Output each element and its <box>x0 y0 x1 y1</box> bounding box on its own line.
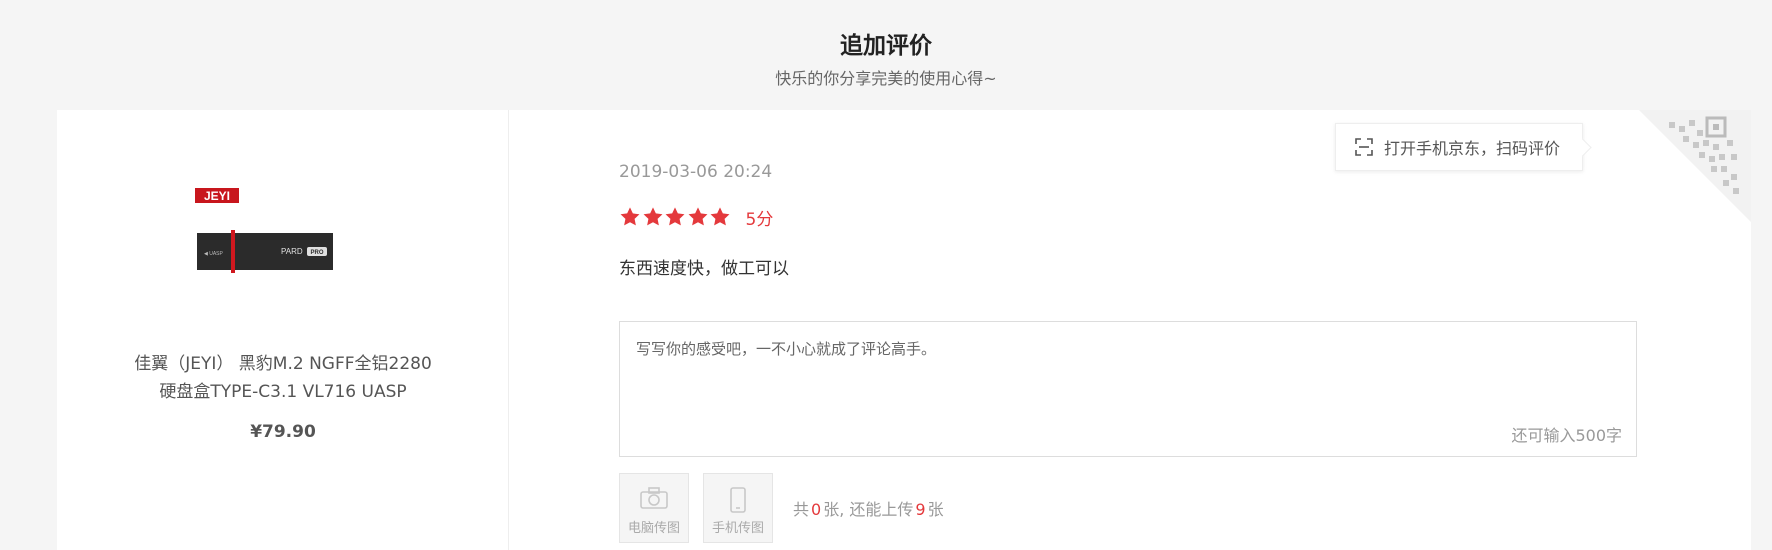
scan-icon <box>1355 138 1373 156</box>
qr-code-icon[interactable] <box>1639 110 1751 222</box>
review-column: 2019-03-06 20:24 5分 东西速度快，做工可以 打开手机京东，扫码… <box>509 110 1751 550</box>
review-panel: JEYI ◀ UASP PARD PRO 佳翼（JEYI） 黑豹M.2 NGFF… <box>57 110 1751 550</box>
upload-count: 共 0 张, 还能上传 9 张 <box>793 500 944 519</box>
camera-icon <box>640 487 668 509</box>
remaining-count: 9 <box>915 500 926 519</box>
rating-score: 5分 <box>745 209 774 230</box>
product-name-line2[interactable]: 硬盘盒TYPE-C3.1 VL716 UASP <box>87 378 479 406</box>
star-icon <box>688 207 707 226</box>
page-title: 追加评价 <box>840 33 932 59</box>
device-text: PARD <box>281 247 303 256</box>
page-subtitle: 快乐的你分享完美的使用心得~ <box>775 69 997 88</box>
star-icon <box>620 207 640 226</box>
device-stripe <box>231 230 235 273</box>
product-image[interactable]: JEYI ◀ UASP PARD PRO <box>189 182 349 292</box>
star-icon <box>710 207 730 226</box>
review-date: 2019-03-06 20:24 <box>619 162 773 182</box>
product-column: JEYI ◀ UASP PARD PRO 佳翼（JEYI） 黑豹M.2 NGFF… <box>57 110 509 550</box>
comment-input[interactable] <box>620 322 1636 456</box>
review-text: 东西速度快，做工可以 <box>619 259 789 279</box>
phone-icon <box>730 487 746 513</box>
upload-pc-label: 电脑传图 <box>627 521 680 536</box>
upload-mobile-button[interactable]: 手机传图 <box>703 473 773 543</box>
product-price: ¥79.90 <box>250 422 316 442</box>
char-count: 还可输入500字 <box>1511 426 1622 445</box>
brand-logo-text: JEYI <box>204 189 230 203</box>
rating-stars: 5分 <box>619 205 774 230</box>
star-icon <box>643 207 662 226</box>
product-name-line1[interactable]: 佳翼（JEYI） 黑豹M.2 NGFF全铝2280 <box>87 350 479 378</box>
svg-text:◀ UASP: ◀ UASP <box>204 251 224 257</box>
upload-mobile-label: 手机传图 <box>711 521 764 536</box>
qr-tip-text: 打开手机京东，扫码评价 <box>1384 139 1561 158</box>
device-badge: PRO <box>310 250 323 256</box>
qr-tip[interactable]: 打开手机京东，扫码评价 <box>1335 123 1583 171</box>
star-icon <box>665 207 685 226</box>
uploaded-count: 0 <box>811 500 822 519</box>
product-name[interactable]: 佳翼（JEYI） 黑豹M.2 NGFF全铝2280 硬盘盒TYPE-C3.1 V… <box>87 350 479 406</box>
upload-pc-button[interactable]: 电脑传图 <box>619 473 689 543</box>
comment-box: 还可输入500字 <box>619 321 1637 457</box>
